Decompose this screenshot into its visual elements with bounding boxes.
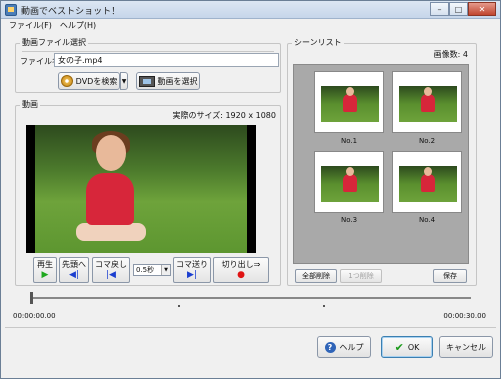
play-icon: ▶ (41, 270, 49, 280)
delete-all-button[interactable]: 全部削除 (295, 269, 337, 283)
video-preview (26, 125, 256, 253)
scene-thumbnail-label: No.1 (340, 137, 358, 145)
thumbnail-image (321, 86, 379, 122)
dvd-search-label: DVDを検索 (75, 76, 118, 86)
scene-list-group-label: シーンリスト (292, 38, 344, 48)
menu-bar: ファイル(F) ヘルプ(H) (1, 19, 500, 33)
help-button[interactable]: ? ヘルプ (317, 336, 371, 358)
app-icon (5, 4, 17, 16)
to-start-button[interactable]: 先頭へ ◀| (59, 257, 89, 283)
file-select-group-label: 動画ファイル選択 (20, 38, 88, 48)
timeline-tick (323, 305, 325, 307)
timeline-track[interactable] (31, 297, 471, 299)
cut-out-button[interactable]: 切り出し⇒ ● (213, 257, 269, 283)
frame-forward-icon: ▶| (187, 270, 197, 280)
scene-thumbnail-label: No.2 (418, 137, 436, 145)
frame-forward-button[interactable]: コマ送り ▶| (173, 257, 211, 283)
frame-back-button[interactable]: コマ戻し |◀ (92, 257, 130, 283)
video-subject-body (86, 173, 134, 225)
to-start-icon: ◀| (69, 270, 79, 280)
dvd-disc-icon (60, 75, 73, 87)
help-label: ヘルプ (339, 342, 364, 352)
select-video-button[interactable]: 動画を選択 (136, 72, 200, 90)
menu-help[interactable]: ヘルプ(H) (60, 19, 96, 33)
thumbnail-image (399, 86, 457, 122)
film-icon (138, 75, 155, 87)
frame-back-label: コマ戻し (95, 260, 127, 269)
video-group-label: 動画 (20, 100, 40, 110)
delete-one-button[interactable]: 1つ削除 (340, 269, 382, 283)
scene-thumbnail-label: No.3 (340, 216, 358, 224)
frame-forward-label: コマ送り (176, 260, 208, 269)
play-button[interactable]: 再生 ▶ (33, 257, 57, 283)
video-subject-head (96, 135, 126, 171)
scene-thumbnail[interactable] (392, 71, 462, 133)
timeline-start-time: 00:00:00.00 (13, 312, 56, 320)
record-dot-icon: ● (237, 270, 245, 280)
footer-separator (5, 327, 496, 328)
maximize-button[interactable]: □ (449, 2, 468, 16)
chevron-down-icon: ▼ (161, 265, 170, 275)
minimize-button[interactable]: – (430, 2, 449, 16)
thumbnail-image (399, 166, 457, 202)
window-title: 動画でベストショット！ (21, 7, 121, 17)
ok-label: OK (407, 342, 420, 352)
video-group: 動画 実際のサイズ: 1920 x 1080 再生 ▶ 先頭へ ◀| コマ戻し … (15, 100, 281, 286)
play-label: 再生 (37, 260, 53, 269)
step-select[interactable]: 0.5秒 ▼ (133, 264, 171, 276)
file-select-group: 動画ファイル選択 ファイル名 女の子.mp4 DVDを検索 ▼ 動画を選択 (15, 38, 281, 93)
step-select-value: 0.5秒 (136, 266, 155, 274)
title-bar[interactable]: 動画でベストショット！ – □ ✕ (1, 1, 500, 19)
cut-out-label: 切り出し⇒ (221, 260, 261, 269)
help-icon: ? (324, 341, 336, 353)
frame-back-icon: |◀ (106, 270, 116, 280)
menu-file[interactable]: ファイル(F) (9, 19, 52, 33)
to-start-label: 先頭へ (62, 260, 86, 269)
close-button[interactable]: ✕ (468, 2, 496, 16)
dvd-search-button[interactable]: DVDを検索 (58, 72, 120, 90)
filename-input[interactable]: 女の子.mp4 (54, 53, 279, 67)
timeline-tick (178, 305, 180, 307)
timeline-end-time: 00:00:30.00 (443, 312, 486, 320)
select-video-label: 動画を選択 (157, 76, 198, 86)
scene-thumbnail[interactable] (314, 71, 384, 133)
actual-size-label: 実際のサイズ: 1920 x 1080 (172, 111, 276, 120)
timeline-handle[interactable] (30, 292, 33, 304)
dvd-dropdown-arrow-icon[interactable]: ▼ (120, 72, 128, 90)
check-icon: ✔ (394, 340, 404, 354)
image-count: 画像数: 4 (433, 50, 468, 59)
separator (22, 51, 274, 52)
cancel-button[interactable]: キャンセル (439, 336, 493, 358)
video-subject-legs (76, 223, 146, 241)
scene-thumbnail[interactable] (314, 151, 384, 213)
scene-thumbnail[interactable] (392, 151, 462, 213)
scene-grid: No.1 No.2 No.3 No.4 (293, 64, 469, 264)
main-window: 動画でベストショット！ – □ ✕ ファイル(F) ヘルプ(H) 動画ファイル選… (0, 0, 501, 379)
thumbnail-image (321, 166, 379, 202)
ok-button[interactable]: ✔ OK (381, 336, 433, 358)
scene-thumbnail-label: No.4 (418, 216, 436, 224)
scene-list-group: シーンリスト 画像数: 4 No.1 No.2 No.3 No.4 全部削除 1… (287, 38, 477, 286)
save-button[interactable]: 保存 (433, 269, 467, 283)
